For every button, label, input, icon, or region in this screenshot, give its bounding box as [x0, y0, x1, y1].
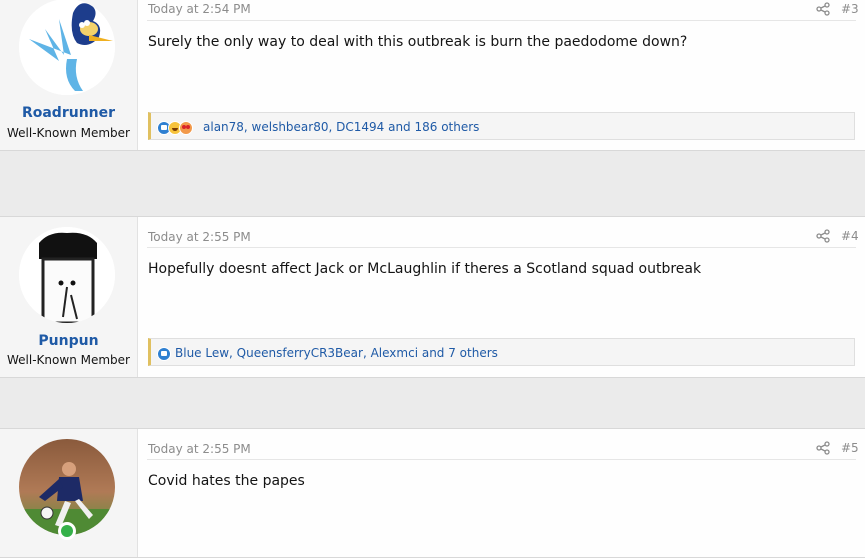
user-info: Punpun Well-Known Member [0, 217, 138, 377]
user-info [0, 429, 138, 557]
post-number[interactable]: #3 [841, 2, 859, 16]
share-icon[interactable] [816, 2, 830, 16]
avatar[interactable] [19, 227, 115, 323]
share-icon[interactable] [816, 229, 830, 243]
user-info: Roadrunner Well-Known Member [0, 0, 138, 150]
post-message: Covid hates the papes [148, 473, 305, 489]
online-status-icon [58, 522, 76, 540]
reaction-icons [157, 346, 171, 361]
divider [147, 20, 856, 21]
post-number[interactable]: #4 [841, 229, 859, 243]
divider [147, 459, 856, 460]
reactions-link[interactable]: alan78, welshbear80, DC1494 and 186 othe… [203, 120, 479, 134]
post: Today at 2:55 PM #5 Covid hates the pape… [0, 428, 865, 558]
share-icon[interactable] [816, 441, 830, 455]
post-timestamp[interactable]: Today at 2:55 PM [148, 230, 251, 244]
reaction-icons [157, 120, 193, 135]
post-timestamp[interactable]: Today at 2:55 PM [148, 442, 251, 456]
reactions-bar[interactable]: Blue Lew, QueensferryCR3Bear, Alexmci an… [148, 338, 855, 366]
post-message: Hopefully doesnt affect Jack or McLaughl… [148, 261, 702, 277]
post: Roadrunner Well-Known Member Today at 2:… [0, 0, 865, 151]
username[interactable]: Punpun [0, 333, 137, 349]
reactions-bar[interactable]: alan78, welshbear80, DC1494 and 186 othe… [148, 112, 855, 140]
post: Punpun Well-Known Member Today at 2:55 P… [0, 216, 865, 378]
post-timestamp[interactable]: Today at 2:54 PM [148, 2, 251, 16]
like-icon [157, 347, 171, 361]
user-title: Well-Known Member [7, 126, 130, 140]
reactions-link[interactable]: Blue Lew, QueensferryCR3Bear, Alexmci an… [175, 346, 498, 360]
post-number[interactable]: #5 [841, 441, 859, 455]
post-message: Surely the only way to deal with this ou… [148, 34, 688, 50]
divider [147, 247, 856, 248]
love-icon [179, 121, 193, 135]
avatar[interactable] [19, 0, 115, 95]
avatar[interactable] [19, 439, 115, 535]
user-title: Well-Known Member [7, 353, 130, 367]
username[interactable]: Roadrunner [0, 105, 137, 121]
